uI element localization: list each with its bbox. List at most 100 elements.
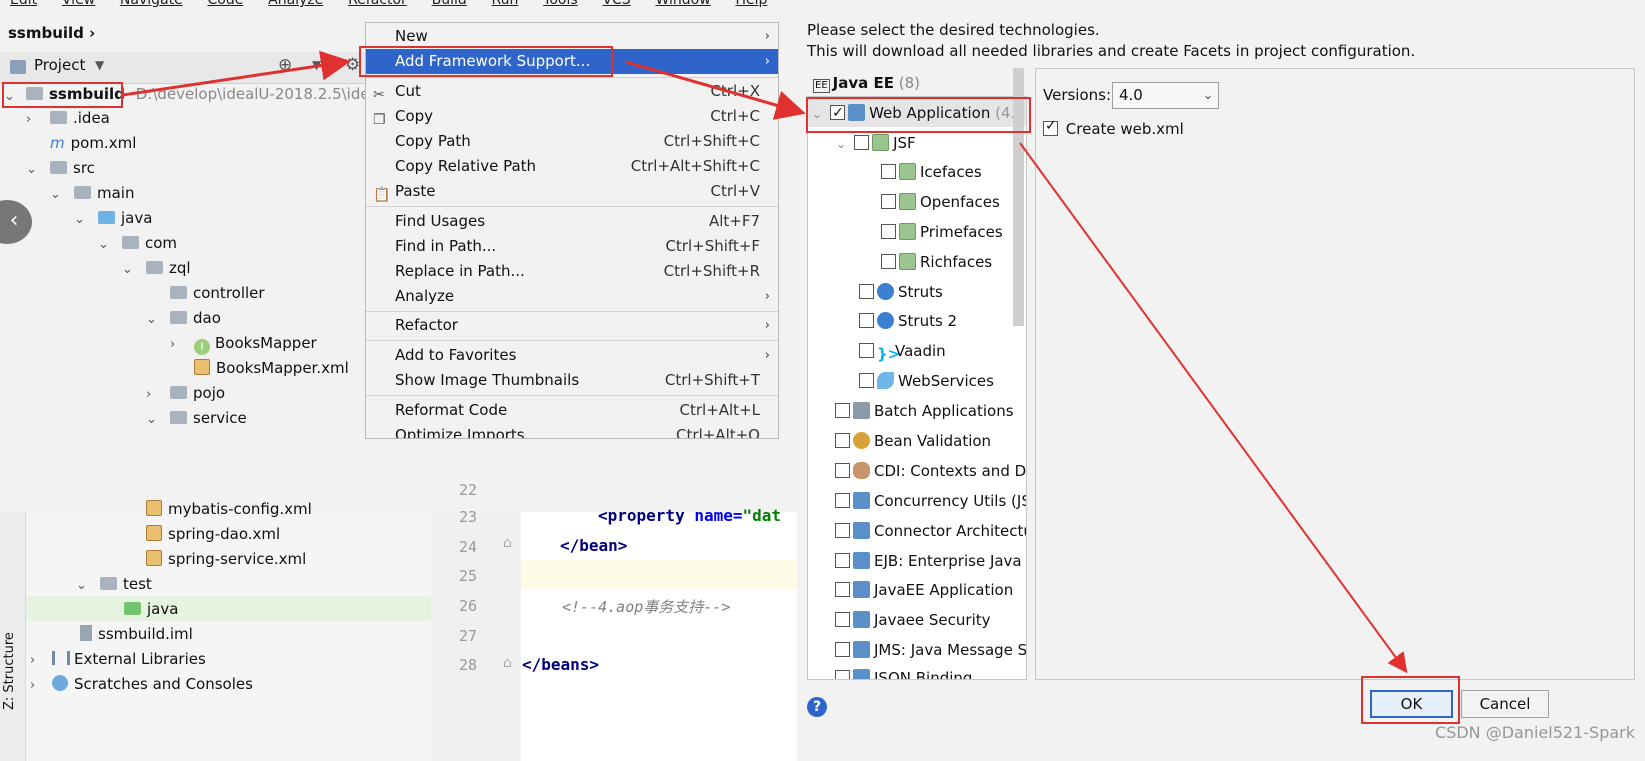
menu-view[interactable]: View	[62, 0, 95, 8]
tree-item-test[interactable]: test	[100, 572, 152, 597]
versions-select[interactable]: 4.0 ⌄	[1112, 82, 1219, 109]
ejb-checkbox[interactable]	[835, 553, 850, 568]
menu-item-optimize-imports[interactable]: Optimize Imports Ctrl+Alt+O	[366, 423, 778, 438]
tree-item-pojo[interactable]: pojo	[170, 381, 225, 406]
tech-javaee-security[interactable]: Javaee Security	[835, 607, 991, 633]
menu-item-copy-relative-path[interactable]: Copy Relative Path Ctrl+Alt+Shift+C	[366, 154, 778, 179]
menu-item-cut[interactable]: ✂ Cut Ctrl+X	[366, 79, 778, 104]
tree-item-service[interactable]: service	[170, 406, 247, 431]
tech-jms[interactable]: JMS: Java Message Se	[835, 637, 1026, 663]
menu-item-reformat-code[interactable]: Reformat Code Ctrl+Alt+L	[366, 398, 778, 423]
menu-item-paste[interactable]: 📋 Paste Ctrl+V	[366, 179, 778, 204]
help-icon[interactable]: ?	[807, 697, 827, 717]
chevron-down-icon[interactable]: ⌄	[26, 162, 37, 177]
tech-cdi[interactable]: CDI: Contexts and Dep	[835, 458, 1026, 484]
tech-icefaces[interactable]: Icefaces	[881, 159, 982, 185]
tech-vaadin[interactable]: }>Vaadin	[859, 338, 946, 364]
tech-primefaces[interactable]: Primefaces	[881, 219, 1003, 245]
menu-window[interactable]: Window	[655, 0, 710, 8]
tree-item-iml[interactable]: ssmbuild.iml	[80, 622, 193, 647]
tech-struts2[interactable]: Struts 2	[859, 308, 957, 334]
json-binding-checkbox[interactable]	[835, 670, 850, 679]
tech-jsf[interactable]: ⌄ JSF	[836, 130, 916, 156]
chevron-down-icon[interactable]: ⌄	[146, 312, 157, 327]
menu-item-copy-path[interactable]: Copy Path Ctrl+Shift+C	[366, 129, 778, 154]
menu-tools[interactable]: Tools	[543, 0, 578, 8]
tech-richfaces[interactable]: Richfaces	[881, 249, 992, 275]
back-arrow-icon[interactable]: ‹	[0, 200, 32, 244]
menu-item-refactor[interactable]: Refactor ›	[366, 313, 778, 338]
bean-validation-checkbox[interactable]	[835, 433, 850, 448]
chevron-down-icon[interactable]: ⌄	[76, 578, 87, 593]
menu-refactor[interactable]: Refactor	[348, 0, 407, 8]
fold-icon[interactable]: ⌂	[503, 535, 512, 551]
gear-icon[interactable]: ⚙	[345, 55, 360, 75]
tree-item-test-java[interactable]: java	[124, 597, 178, 622]
tree-item-pom[interactable]: m pom.xml	[50, 131, 136, 156]
tree-item-booksmapper[interactable]: I BooksMapper	[194, 331, 317, 356]
menu-item-replace-in-path[interactable]: Replace in Path... Ctrl+Shift+R	[366, 259, 778, 284]
javaee-app-checkbox[interactable]	[835, 582, 850, 597]
chevron-down-icon[interactable]: ⌄	[98, 237, 109, 252]
tree-item-spring-service[interactable]: spring-service.xml	[146, 547, 306, 572]
chevron-right-icon[interactable]: ›	[30, 653, 35, 668]
jsf-checkbox[interactable]	[854, 135, 870, 150]
tree-item-java[interactable]: java	[98, 206, 152, 231]
menu-analyze[interactable]: Analyze	[268, 0, 323, 8]
tech-batch-applications[interactable]: Batch Applications	[835, 398, 1014, 424]
richfaces-checkbox[interactable]	[881, 254, 896, 269]
tech-javaee-application[interactable]: JavaEE Application	[835, 577, 1013, 603]
menu-item-find-in-path[interactable]: Find in Path... Ctrl+Shift+F	[366, 234, 778, 259]
tech-connector[interactable]: Connector Architectur	[835, 518, 1026, 544]
tree-item-main[interactable]: main	[74, 181, 134, 206]
menu-code[interactable]: Code	[208, 0, 244, 8]
create-webxml-option[interactable]: Create web.xml	[1043, 116, 1184, 139]
breadcrumb[interactable]: ssmbuild ›	[0, 20, 95, 46]
struts2-checkbox[interactable]	[859, 313, 874, 328]
tree-item-zql[interactable]: zql	[146, 256, 191, 281]
menu-item-add-to-favorites[interactable]: Add to Favorites ›	[366, 343, 778, 368]
chevron-down-icon[interactable]: ⌄	[146, 412, 157, 427]
vaadin-checkbox[interactable]	[859, 343, 874, 358]
chevron-right-icon[interactable]: ›	[26, 112, 31, 127]
collapse-icon[interactable]: ▼	[312, 58, 321, 72]
tree-item-booksmapper-xml[interactable]: BooksMapper.xml	[194, 356, 349, 381]
chevron-right-icon[interactable]: ›	[30, 678, 35, 693]
tree-item-controller[interactable]: controller	[170, 281, 265, 306]
primefaces-checkbox[interactable]	[881, 224, 896, 239]
fold-icon[interactable]: ⌂	[503, 655, 512, 671]
tech-ejb[interactable]: EJB: Enterprise Java Be	[835, 548, 1026, 574]
structure-tab[interactable]: Z: Structure	[2, 610, 17, 710]
project-view-label[interactable]: Project	[34, 56, 85, 74]
tech-bean-validation[interactable]: Bean Validation	[835, 428, 991, 454]
create-webxml-checkbox[interactable]	[1043, 116, 1058, 136]
chevron-down-icon[interactable]: ⌄	[50, 187, 61, 202]
chevron-right-icon[interactable]: ›	[170, 337, 175, 352]
menu-vcs[interactable]: VCS	[602, 0, 630, 8]
tree-item-mybatis-config[interactable]: mybatis-config.xml	[146, 497, 312, 522]
connector-checkbox[interactable]	[835, 523, 850, 538]
tech-json-binding[interactable]: JSON Binding	[835, 665, 972, 679]
chevron-down-icon[interactable]: ⌄	[74, 212, 85, 227]
menu-edit[interactable]: Edit	[10, 0, 37, 8]
project-view-dropdown-icon[interactable]: ▼	[95, 58, 104, 72]
menu-help[interactable]: Help	[735, 0, 767, 8]
javaee-security-checkbox[interactable]	[835, 612, 850, 627]
locate-icon[interactable]: ⊕	[278, 55, 292, 75]
tech-concurrency[interactable]: Concurrency Utils (JSR	[835, 488, 1026, 514]
menu-build[interactable]: Build	[432, 0, 467, 8]
tree-item-dao[interactable]: dao	[170, 306, 221, 331]
chevron-right-icon[interactable]: ›	[146, 387, 151, 402]
jms-checkbox[interactable]	[835, 642, 850, 657]
struts-checkbox[interactable]	[859, 284, 874, 299]
menu-navigate[interactable]: Navigate	[120, 0, 183, 8]
tech-openfaces[interactable]: Openfaces	[881, 189, 1000, 215]
menu-item-show-image-thumbnails[interactable]: Show Image Thumbnails Ctrl+Shift+T	[366, 368, 778, 393]
menu-item-copy[interactable]: ❐ Copy Ctrl+C	[366, 104, 778, 129]
tech-struts[interactable]: Struts	[859, 279, 943, 305]
webservices-checkbox[interactable]	[859, 373, 874, 388]
batch-checkbox[interactable]	[835, 403, 850, 418]
menu-run[interactable]: Run	[492, 0, 519, 8]
icefaces-checkbox[interactable]	[881, 164, 896, 179]
tree-item-src[interactable]: src	[50, 156, 95, 181]
